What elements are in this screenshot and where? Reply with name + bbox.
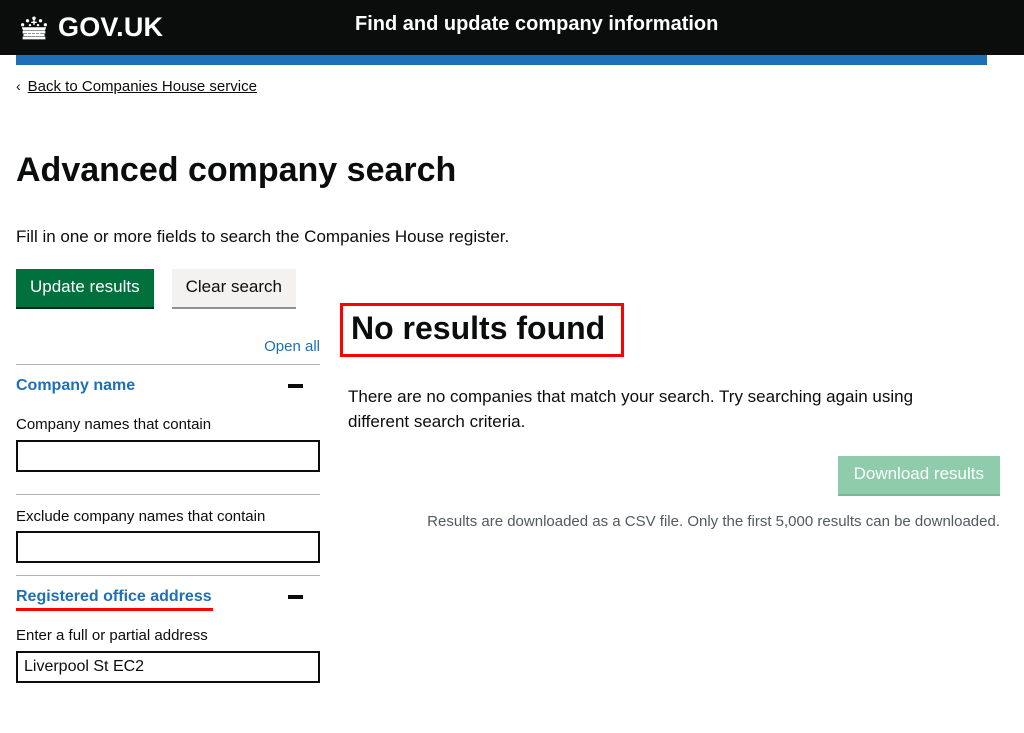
search-actions: Update results Clear search — [16, 269, 296, 307]
accordion-body-company-name: Company names that contain Exclude compa… — [16, 415, 320, 575]
accordion-header-company-name[interactable]: Company name — [16, 365, 320, 403]
service-accent-bar — [16, 55, 987, 65]
clear-search-button[interactable]: Clear search — [171, 269, 296, 307]
no-results-heading: No results found — [351, 310, 606, 346]
label-registered-office-address: Enter a full or partial address — [16, 627, 208, 644]
back-link-row[interactable]: ‹ Back to Companies House service — [16, 78, 257, 96]
field-registered-office-address: Enter a full or partial address — [16, 626, 320, 683]
chevron-left-icon: ‹ — [16, 78, 21, 94]
minus-icon[interactable] — [287, 594, 304, 600]
accordion-section-registered-office-address: Registered office address Enter a full o… — [16, 576, 320, 695]
update-results-button[interactable]: Update results — [16, 269, 154, 307]
govuk-brand-text: GOV.UK — [58, 12, 164, 42]
field-company-names-contain: Company names that contain — [16, 415, 320, 472]
search-filters-accordion: Company name Company names that contain … — [16, 364, 320, 695]
download-results-row: Download results — [340, 456, 1000, 494]
back-to-companies-house-link[interactable]: Back to Companies House service — [28, 78, 257, 96]
input-registered-office-address[interactable] — [16, 650, 320, 683]
page-title: Advanced company search — [16, 151, 457, 189]
crown-icon — [17, 15, 51, 41]
open-all-link[interactable]: Open all — [264, 338, 320, 355]
input-company-names-contain[interactable] — [16, 439, 320, 472]
accordion-body-registered-office-address: Enter a full or partial address — [16, 626, 320, 695]
field-exclude-company-names: Exclude company names that contain — [16, 507, 320, 563]
govuk-header: GOV.UK Find and update company informati… — [0, 0, 1024, 55]
label-company-names-contain: Company names that contain — [16, 416, 212, 433]
open-all-row: Open all — [16, 338, 320, 356]
accordion-title-registered-office-address: Registered office address — [16, 588, 213, 611]
minus-icon[interactable] — [287, 383, 304, 389]
no-results-highlight-box: No results found — [340, 303, 625, 357]
accordion-title-company-name: Company name — [16, 377, 136, 394]
service-name: Find and update company information — [355, 13, 719, 35]
field-separator — [16, 493, 320, 495]
govuk-brand-link[interactable]: GOV.UK — [17, 14, 163, 41]
no-results-body-text: There are no companies that match your s… — [348, 387, 914, 431]
page-intro: Fill in one or more fields to search the… — [16, 227, 510, 246]
input-exclude-company-names[interactable] — [16, 531, 320, 563]
accordion-section-company-name: Company name Company names that contain … — [16, 365, 320, 575]
accordion-header-registered-office-address[interactable]: Registered office address — [16, 576, 320, 614]
download-results-button[interactable]: Download results — [837, 456, 1000, 494]
download-results-note: Results are downloaded as a CSV file. On… — [427, 513, 1000, 530]
label-exclude-company-names: Exclude company names that contain — [16, 507, 266, 525]
